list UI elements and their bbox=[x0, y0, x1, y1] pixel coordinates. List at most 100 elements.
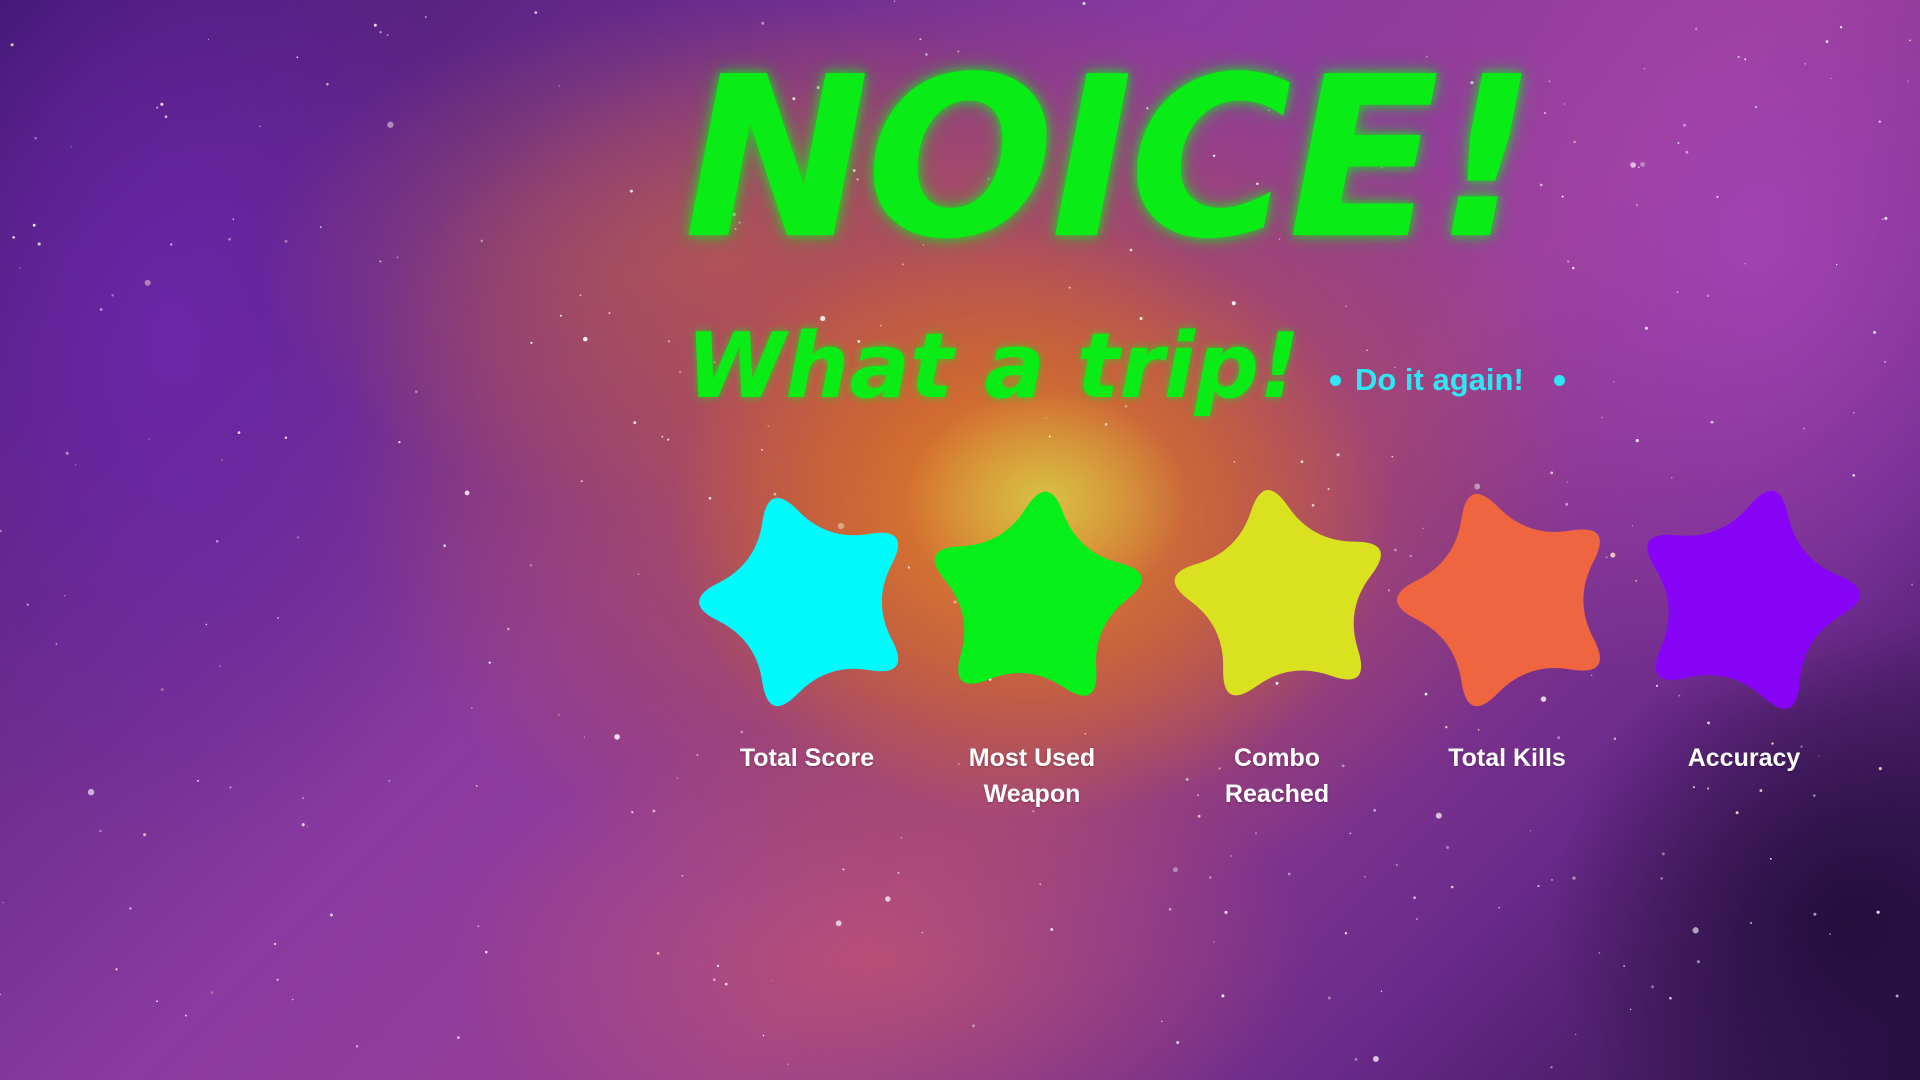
star-dot bbox=[579, 294, 582, 297]
star-dot bbox=[273, 942, 277, 946]
star-dot bbox=[507, 627, 510, 631]
star-dot bbox=[1836, 263, 1838, 266]
star-dot bbox=[1878, 120, 1881, 123]
star-dot bbox=[488, 661, 491, 664]
star-dot bbox=[1572, 266, 1575, 270]
star-dot bbox=[26, 603, 29, 606]
star-dot bbox=[1643, 67, 1646, 70]
star-dot bbox=[1694, 27, 1698, 31]
star-dot bbox=[207, 38, 209, 41]
star-dot bbox=[277, 617, 279, 619]
star-dot bbox=[301, 823, 305, 827]
star-dot bbox=[32, 223, 36, 227]
stat-label-accuracy: Accuracy bbox=[1687, 744, 1801, 772]
star-dot bbox=[1750, 922, 1753, 924]
star-dot bbox=[1754, 105, 1758, 109]
star-blob-icon bbox=[1397, 493, 1600, 707]
star-dot bbox=[99, 829, 102, 833]
star-dot bbox=[1039, 883, 1042, 886]
star-dot bbox=[678, 370, 682, 374]
star-dot bbox=[1644, 326, 1649, 330]
star-dot bbox=[1640, 162, 1645, 167]
star-dot bbox=[559, 314, 562, 317]
star-dot bbox=[129, 907, 132, 910]
star-dot bbox=[842, 868, 845, 871]
star-dot bbox=[464, 490, 470, 496]
star-dot bbox=[355, 1045, 359, 1048]
star-dot bbox=[1104, 423, 1108, 426]
star-dot bbox=[1413, 896, 1416, 900]
star-dot bbox=[1876, 910, 1880, 914]
star-dot bbox=[1230, 855, 1232, 857]
star-dot bbox=[1706, 294, 1710, 298]
star-dot bbox=[1550, 471, 1554, 475]
star-dot bbox=[379, 260, 382, 263]
star-dot bbox=[1692, 927, 1699, 934]
star-dot bbox=[306, 825, 309, 828]
star-dot bbox=[1366, 349, 1368, 352]
star-dot bbox=[259, 125, 261, 128]
star-dot bbox=[1364, 875, 1366, 878]
star-dot bbox=[471, 707, 473, 709]
star-dot bbox=[1380, 990, 1383, 992]
star-dot bbox=[0, 993, 1, 996]
star-dot bbox=[215, 539, 219, 543]
star-dot bbox=[583, 336, 588, 342]
star-dot bbox=[387, 121, 394, 128]
star-dot bbox=[1082, 1, 1086, 6]
star-dot bbox=[761, 448, 763, 451]
star-blob-icon bbox=[699, 497, 899, 707]
star-dot bbox=[1803, 427, 1805, 430]
star-dot bbox=[64, 595, 66, 597]
do-it-again-button[interactable]: Do it again! bbox=[1330, 358, 1565, 402]
star-dot bbox=[1529, 830, 1532, 832]
star-dot bbox=[398, 440, 401, 444]
star-dot bbox=[37, 242, 41, 246]
stat-label-row: Total Score Most Used Weapon Combo Reach… bbox=[0, 740, 1920, 820]
star-dot bbox=[529, 563, 533, 567]
star-dot bbox=[1287, 872, 1291, 876]
star-dot bbox=[1354, 1058, 1358, 1061]
star-dot bbox=[1254, 832, 1258, 835]
star-dot bbox=[1696, 960, 1700, 964]
star-dot bbox=[1543, 111, 1547, 115]
star-dot bbox=[1873, 330, 1877, 334]
star-dot bbox=[1829, 933, 1831, 935]
star-dot bbox=[1804, 63, 1807, 65]
star-dot bbox=[1769, 857, 1772, 860]
star-dot bbox=[210, 991, 214, 994]
star-dot bbox=[762, 1034, 765, 1037]
stat-blob-shape bbox=[1174, 490, 1381, 696]
star-dot bbox=[319, 226, 322, 228]
star-dot bbox=[205, 623, 208, 626]
star-dot bbox=[885, 896, 891, 902]
star-dot bbox=[1168, 908, 1172, 911]
star-dot bbox=[477, 925, 480, 928]
star-dot bbox=[1551, 878, 1553, 881]
star-dot bbox=[716, 964, 720, 967]
star-dot bbox=[1598, 951, 1601, 954]
star-dot bbox=[1676, 291, 1679, 294]
results-title: NOICE! bbox=[684, 30, 1537, 288]
star-dot bbox=[1907, 80, 1910, 83]
star-dot bbox=[921, 931, 924, 934]
stat-most-used-weapon bbox=[914, 480, 1154, 720]
star-dot bbox=[12, 236, 15, 239]
star-dot bbox=[386, 33, 389, 37]
star-dot bbox=[184, 1014, 187, 1017]
star-dot bbox=[724, 982, 728, 986]
star-dot bbox=[787, 1063, 789, 1065]
star-dot bbox=[1231, 301, 1236, 306]
star-dot bbox=[1537, 885, 1540, 888]
star-dot bbox=[232, 218, 235, 220]
star-dot bbox=[629, 189, 633, 193]
star-dot bbox=[667, 438, 670, 441]
star-dot bbox=[1050, 927, 1054, 932]
stat-accuracy bbox=[1622, 480, 1862, 720]
star-dot bbox=[633, 421, 637, 425]
star-dot bbox=[1344, 305, 1347, 308]
star-dot bbox=[1224, 910, 1228, 914]
star-dot bbox=[19, 267, 21, 269]
results-subtitle: What a trip! bbox=[686, 314, 1301, 419]
star-dot bbox=[160, 102, 164, 106]
